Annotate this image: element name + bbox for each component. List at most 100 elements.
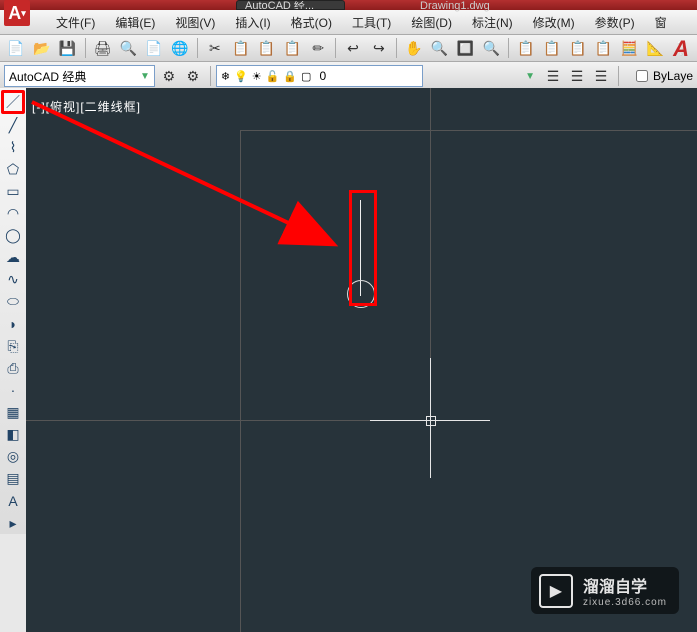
menu-item[interactable]: 工具(T) [346,12,397,33]
layer-state-icon[interactable]: 🔒 [283,70,297,83]
drawing-canvas[interactable]: [-][俯视][二维线框] ▶ [26,88,697,632]
toolbar-button[interactable]: ↪ [367,36,391,60]
layer-tool-button[interactable]: ☰ [589,64,613,88]
text-tool[interactable]: A [1,490,25,512]
toolbar-button[interactable]: ✋ [402,36,426,60]
toolbar-button[interactable]: 🔍 [479,36,503,60]
toolbar-button[interactable]: ✂ [203,36,227,60]
layer-state-icon[interactable]: ▢ [301,70,311,83]
standard-toolbar: 📄📂💾🖨🔍📄🌐✂📋📋📋✏↩↪✋🔍🔲🔍📋📋📋📋🧮📐❔ [0,35,697,62]
toolbar-button[interactable]: 🔍 [428,36,452,60]
hatch-tool[interactable]: ▦ [1,401,25,423]
app-logo-letter: A [8,3,21,24]
separator [85,38,86,58]
layer-combo[interactable]: ❄ 💡 ☀ 🔓🔒 ▢ 0 [216,65,423,87]
ellipse-tool[interactable]: ⬭ [1,291,25,313]
menu-item[interactable]: 文件(F) [50,12,101,33]
separator [210,66,211,86]
layer-state-icon[interactable]: ❄ [221,70,230,83]
grid-line [240,130,697,131]
layer-tool-button[interactable]: ☰ [541,64,565,88]
toolbar-button[interactable]: 🧮 [618,36,642,60]
line-tool[interactable]: ／ [1,90,25,114]
toolbar-button[interactable]: 📋 [255,36,279,60]
toolbar-button[interactable]: ↩ [341,36,365,60]
workspace-combo-label: AutoCAD 经典 [9,68,86,85]
toolbar-button[interactable]: 📋 [540,36,564,60]
menu-item[interactable]: 修改(M) [527,12,581,33]
toolbar-button[interactable]: 📄 [142,36,166,60]
toolbar-button[interactable]: 🌐 [168,36,192,60]
toolbar-button[interactable]: ✏ [306,36,330,60]
menu-item[interactable]: 绘图(D) [405,12,458,33]
separator [197,38,198,58]
arc-tool[interactable]: ◠ [1,202,25,224]
watermark-logo: ▶ [539,574,573,608]
menu-bar: 文件(F) 编辑(E) 视图(V) 插入(I) 格式(O) 工具(T) 绘图(D) 标注(N)… [0,10,697,35]
layer-state-icon[interactable]: 💡 [234,70,248,83]
spline-tool[interactable]: ∿ [1,269,25,291]
point-tool[interactable]: · [1,379,25,401]
toolbar-button[interactable]: 📋 [514,36,538,60]
app-logo[interactable]: A ▾ [4,0,30,26]
toolbar-button[interactable]: 📋 [566,36,590,60]
menu-item[interactable]: 编辑(E) [109,12,161,33]
ellipse-arc-tool[interactable]: ◗ [1,313,25,335]
bylayer-checkbox[interactable]: ByLaye [632,67,693,85]
document-tab[interactable]: AutoCAD 经... [236,0,345,10]
gradient-tool[interactable]: ◧ [1,424,25,446]
construction-line-tool[interactable]: ╱ [1,114,25,136]
layer-tool-button[interactable]: ☰ [565,64,589,88]
separator [335,38,336,58]
toolbar-button[interactable]: 💾 [56,36,80,60]
toolbar-button[interactable]: 🔲 [454,36,478,60]
toolbar-button[interactable]: 📄 [4,36,28,60]
menu-item[interactable]: 标注(N) [466,12,519,33]
addselected-tool[interactable]: ▸ [1,512,25,534]
grid-line [240,130,241,632]
make-block-tool[interactable]: ⎙ [1,357,25,379]
settings-icon[interactable]: ⚙ [157,64,181,88]
viewport-label[interactable]: [-][俯视][二维线框] [32,98,141,115]
settings-icon[interactable]: ⚙ [181,64,205,88]
document-tab-label: AutoCAD 经... [245,0,314,10]
dropdown-icon: ▼ [140,71,150,82]
workspace-combo[interactable]: AutoCAD 经典 ▼ [4,65,155,87]
toolbar-button[interactable]: 🖨 [91,36,115,60]
separator [508,38,509,58]
toolbar-button[interactable]: 📐 [643,36,667,60]
menu-item[interactable]: 插入(I) [229,12,276,33]
rectangle-tool[interactable]: ▭ [1,180,25,202]
play-icon: ▶ [550,581,562,601]
menu-item[interactable]: 参数(P) [589,12,641,33]
polygon-tool[interactable]: ⬠ [1,158,25,180]
separator [396,38,397,58]
region-tool[interactable]: ◎ [1,446,25,468]
toolbar-button[interactable]: 📋 [592,36,616,60]
text-style-icon[interactable]: A [673,36,689,62]
toolbar-button[interactable]: 🔍 [116,36,140,60]
menu-item[interactable]: 格式(O) [285,12,338,33]
watermark: ▶ 溜溜自学 zixue.3d66.com [531,567,679,614]
revcloud-tool[interactable]: ☁ [1,247,25,269]
title-bar [0,0,697,10]
annotation-box [349,190,377,306]
toolbar-button[interactable]: 📂 [30,36,54,60]
circle-tool[interactable]: ◯ [1,225,25,247]
pick-box [426,416,436,426]
layer-name: 0 [319,69,326,83]
toolbar-button[interactable]: 📋 [229,36,253,60]
layer-state-icon[interactable]: ☀ [252,70,262,83]
polyline-tool[interactable]: ⌇ [1,136,25,158]
bylayer-label: ByLaye [653,69,693,83]
menu-item[interactable]: 视图(V) [169,12,221,33]
toolbar-button[interactable]: 📋 [280,36,304,60]
menu-item[interactable]: 窗 [649,12,673,33]
dropdown-icon: ▼ [525,71,535,82]
bylayer-checkbox-input[interactable] [636,70,648,82]
draw-toolbar: ／╱⌇⬠▭◠◯☁∿⬭◗⎘⎙·▦◧◎▤A▸ [0,88,27,534]
insert-block-tool[interactable]: ⎘ [1,335,25,357]
table-tool[interactable]: ▤ [1,468,25,490]
watermark-title: 溜溜自学 [583,573,667,597]
layer-state-icon[interactable]: 🔓 [266,70,280,83]
